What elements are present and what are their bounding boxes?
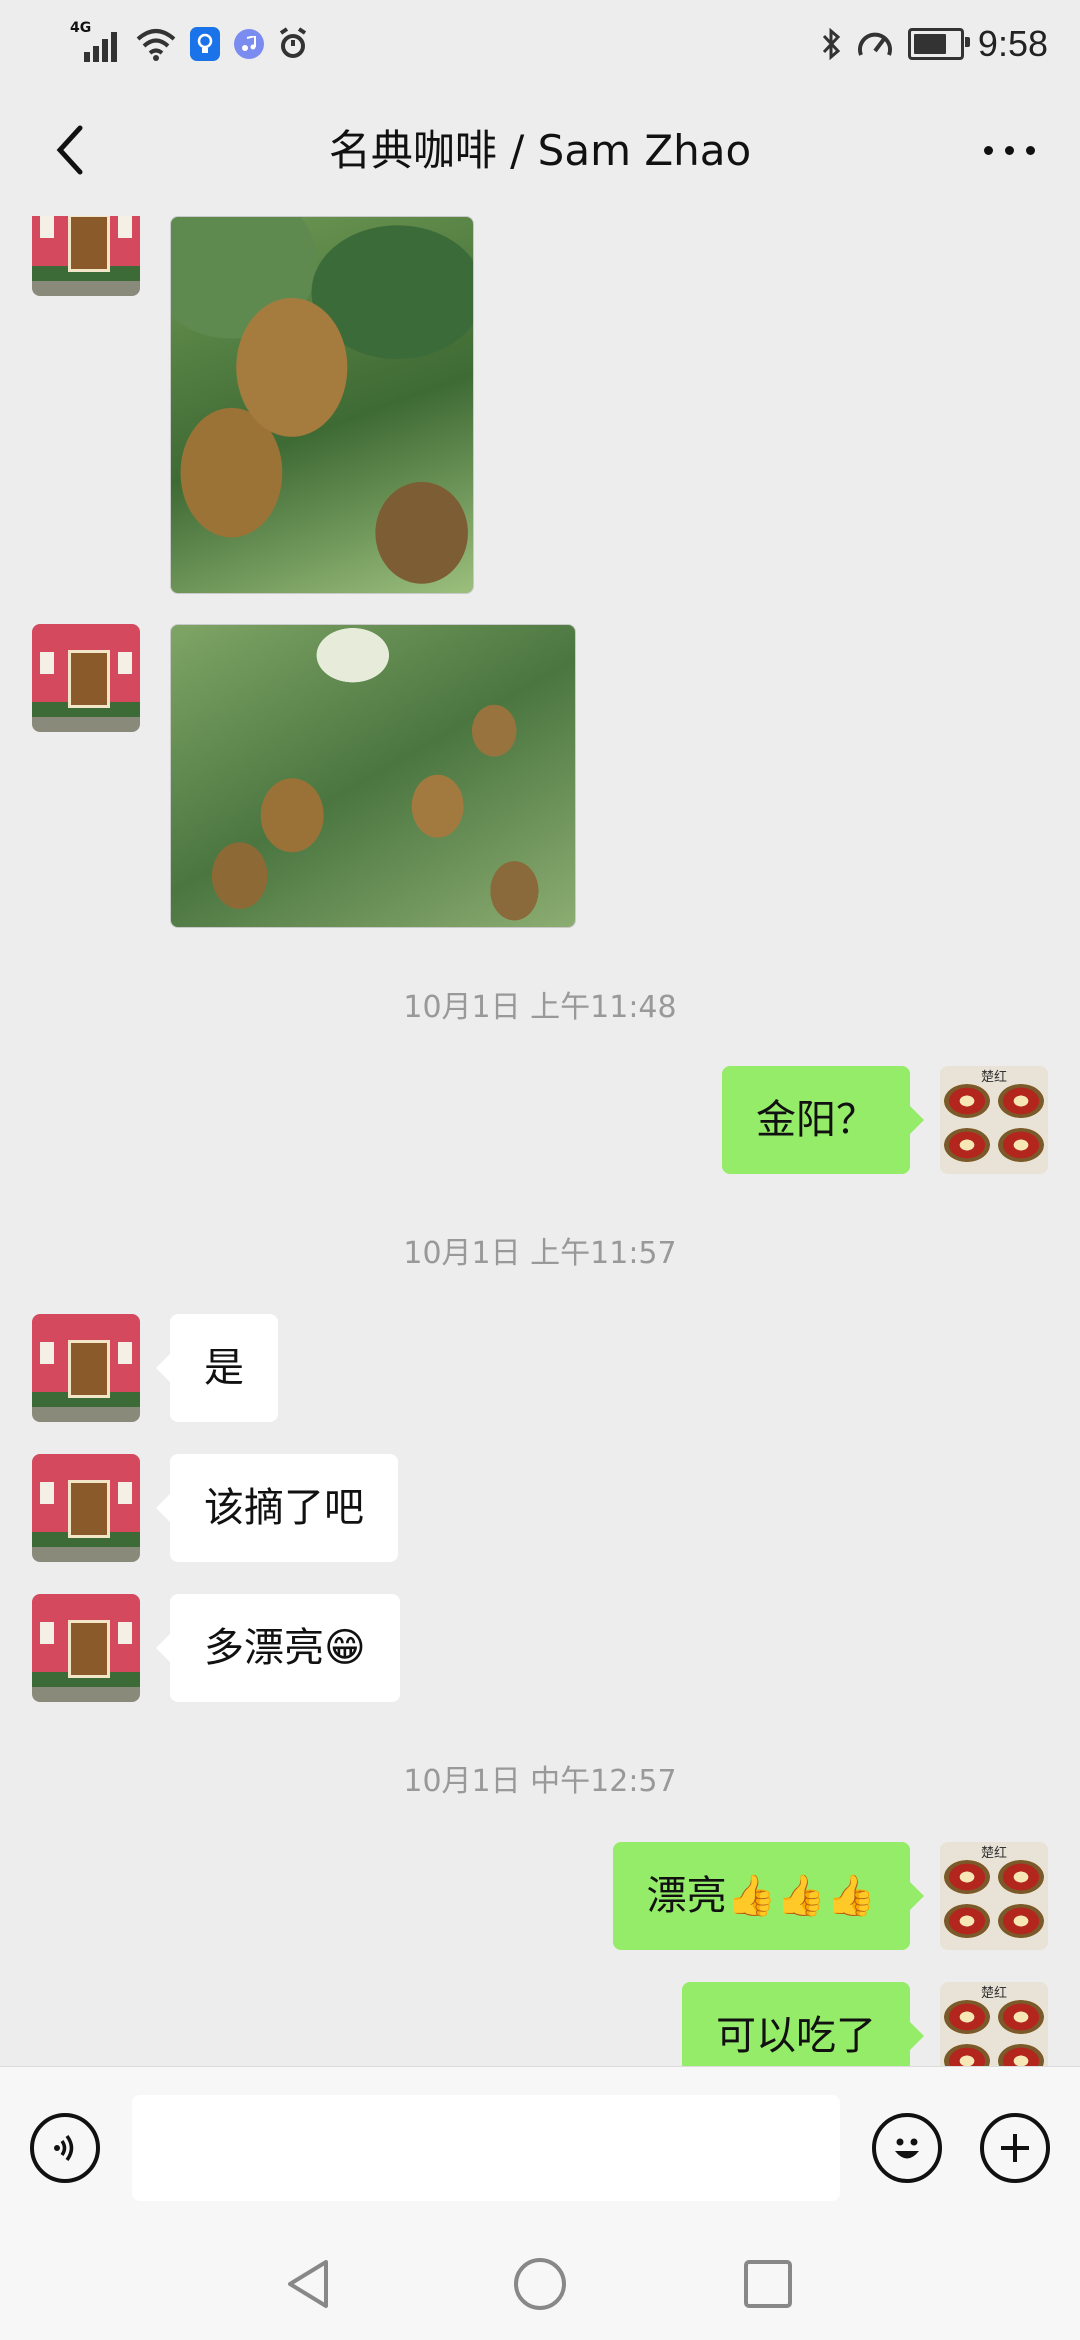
timestamp: 10月1日 上午11:48 bbox=[403, 990, 677, 1025]
my-avatar[interactable]: 楚红 bbox=[940, 1842, 1048, 1950]
message-row: 该摘了吧 bbox=[0, 1454, 1080, 1562]
alarm-icon bbox=[279, 27, 307, 58]
back-icon bbox=[56, 125, 83, 175]
avatar-label: 楚红 bbox=[980, 1986, 1007, 2001]
chat-header: 名典咖啡 / Sam Zhao bbox=[0, 86, 1080, 216]
emoji-button[interactable] bbox=[872, 2113, 942, 2183]
contact-avatar[interactable] bbox=[32, 1454, 140, 1562]
timestamp: 10月1日 上午11:57 bbox=[403, 1236, 677, 1271]
plus-button[interactable] bbox=[980, 2113, 1050, 2183]
outgoing-text-bubble[interactable]: 可以吃了 bbox=[682, 1982, 924, 2066]
nav-back-icon bbox=[288, 2260, 328, 2308]
message-row: 是 bbox=[0, 1314, 1080, 1422]
my-avatar[interactable]: 楚红 bbox=[940, 1066, 1048, 1174]
message-row: 多漂亮😁 bbox=[0, 1594, 1080, 1702]
nav-recents-icon bbox=[744, 2260, 792, 2308]
image-message[interactable] bbox=[170, 624, 576, 928]
avatar-label: 楚红 bbox=[980, 1846, 1007, 1861]
message-row: 可以吃了 楚红 bbox=[0, 1982, 1080, 2066]
message-list[interactable]: 10月1日 上午11:48 金阳？ 楚红 10月1日 上午11:57 是 该摘了… bbox=[0, 216, 1080, 2066]
nav-home-icon bbox=[514, 2258, 566, 2310]
bulb-app-icon bbox=[190, 27, 220, 61]
speed-icon bbox=[857, 32, 892, 56]
battery-icon bbox=[907, 28, 970, 60]
network-type: 4G bbox=[70, 20, 92, 36]
plus-icon bbox=[1001, 2134, 1029, 2162]
message-input[interactable] bbox=[132, 2095, 840, 2201]
voice-button[interactable] bbox=[30, 2113, 100, 2183]
outgoing-text-bubble[interactable]: 漂亮👍👍👍 bbox=[612, 1842, 925, 1950]
message-row bbox=[0, 216, 1080, 596]
voice-icon bbox=[54, 2134, 74, 2162]
status-icons-left: 4G bbox=[70, 20, 308, 66]
nav-recents-button[interactable] bbox=[738, 2254, 798, 2314]
back-button[interactable] bbox=[30, 110, 110, 190]
clock: 9:58 bbox=[977, 23, 1048, 64]
contact-avatar[interactable] bbox=[32, 624, 140, 732]
status-icons-right: 9:58 bbox=[820, 22, 1048, 66]
contact-avatar[interactable] bbox=[32, 216, 140, 296]
message-row: 金阳？ 楚红 bbox=[0, 1066, 1080, 1174]
outgoing-text-bubble[interactable]: 金阳？ bbox=[722, 1066, 924, 1174]
image-message[interactable] bbox=[170, 216, 474, 594]
contact-avatar[interactable] bbox=[32, 1594, 140, 1702]
my-avatar[interactable]: 楚红 bbox=[940, 1982, 1048, 2066]
chat-title: 名典咖啡 / Sam Zhao bbox=[328, 126, 752, 175]
avatar-label: 楚红 bbox=[980, 1070, 1007, 1085]
status-bar: 4G 9:58 bbox=[0, 0, 1080, 86]
timestamp: 10月1日 中午12:57 bbox=[403, 1764, 677, 1799]
nav-home-button[interactable] bbox=[510, 2254, 570, 2314]
bluetooth-icon bbox=[822, 27, 841, 61]
system-navigation-bar bbox=[0, 2228, 1080, 2340]
nav-back-button[interactable] bbox=[278, 2254, 338, 2314]
message-row: 漂亮👍👍👍 楚红 bbox=[0, 1842, 1080, 1950]
incoming-text-bubble[interactable]: 该摘了吧 bbox=[156, 1454, 398, 1562]
input-bar bbox=[0, 2066, 1080, 2229]
incoming-text-bubble[interactable]: 是 bbox=[156, 1314, 278, 1422]
incoming-text-bubble[interactable]: 多漂亮😁 bbox=[156, 1594, 400, 1702]
message-row bbox=[0, 624, 1080, 928]
contact-avatar[interactable] bbox=[32, 1314, 140, 1422]
emoji-icon bbox=[895, 2138, 919, 2159]
wifi-icon bbox=[136, 29, 176, 61]
more-button[interactable] bbox=[964, 110, 1054, 190]
more-icon bbox=[983, 145, 993, 155]
signal-icon: 4G bbox=[70, 20, 122, 64]
music-app-icon bbox=[234, 29, 264, 59]
